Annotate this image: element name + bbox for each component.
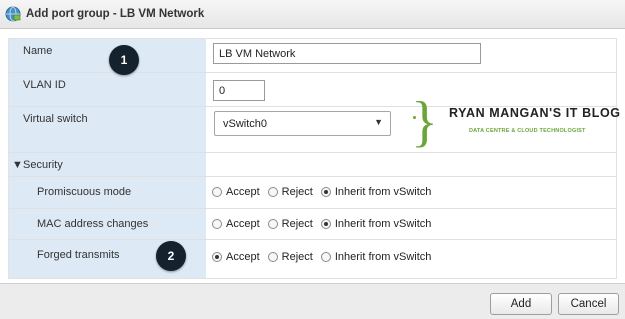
- radio-button[interactable]: [267, 219, 278, 229]
- radio-button[interactable]: [212, 187, 222, 197]
- network-icon: [5, 6, 21, 22]
- dialog-titlebar: Add port group - LB VM Network: [0, 0, 625, 29]
- promiscuous-label: Promiscuous mode: [37, 186, 132, 198]
- step-badge-1: 1: [109, 45, 139, 75]
- name-row: Name: [9, 39, 616, 73]
- name-input[interactable]: [213, 43, 481, 64]
- brace-logo-icon: }: [411, 91, 438, 153]
- dropdown-caret-icon: ▼: [374, 117, 383, 127]
- forged-radio-group: Accept Reject Inherit from vSwitch: [212, 251, 439, 263]
- radio-button-selected[interactable]: [212, 252, 222, 262]
- dialog-footer: Add Cancel: [0, 283, 625, 319]
- forged-reject[interactable]: Reject: [267, 251, 313, 263]
- vswitch-selected: vSwitch0: [223, 118, 268, 130]
- security-label: Security: [23, 159, 63, 171]
- radio-button-selected[interactable]: [320, 219, 331, 229]
- collapse-triangle-icon: ▼: [12, 159, 23, 171]
- mac-inherit[interactable]: Inherit from vSwitch: [320, 218, 431, 230]
- watermark-subtitle: DATA CENTRE & CLOUD TECHNOLOGIST: [469, 128, 586, 134]
- mac-reject[interactable]: Reject: [267, 218, 313, 230]
- forged-accept[interactable]: Accept: [212, 251, 260, 263]
- promiscuous-accept[interactable]: Accept: [212, 186, 260, 198]
- vswitch-label: Virtual switch: [23, 113, 88, 125]
- promiscuous-inherit[interactable]: Inherit from vSwitch: [320, 186, 431, 198]
- port-group-form: Name VLAN ID Virtual switch vSwitch0 ▼ ▼: [8, 38, 617, 279]
- add-button[interactable]: Add: [490, 293, 552, 315]
- mac-radio-group: Accept Reject Inherit from vSwitch: [212, 218, 439, 230]
- radio-button[interactable]: [267, 187, 278, 197]
- radio-button[interactable]: [320, 252, 331, 262]
- mac-row: MAC address changes Accept Reject Inheri…: [9, 209, 616, 240]
- vswitch-select[interactable]: vSwitch0 ▼: [214, 111, 391, 136]
- forged-label: Forged transmits: [37, 249, 120, 261]
- step-badge-2: 2: [156, 241, 186, 271]
- radio-button-selected[interactable]: [320, 187, 331, 197]
- forged-row: Forged transmits Accept Reject Inherit f…: [9, 240, 616, 278]
- promiscuous-radio-group: Accept Reject Inherit from vSwitch: [212, 186, 439, 198]
- watermark-title: RYAN MANGAN'S IT BLOG: [449, 106, 621, 120]
- promiscuous-reject[interactable]: Reject: [267, 186, 313, 198]
- mac-label: MAC address changes: [37, 218, 149, 230]
- vlan-label: VLAN ID: [23, 79, 66, 91]
- logo-dot: [413, 116, 416, 119]
- cancel-button[interactable]: Cancel: [558, 293, 619, 315]
- blog-watermark: } RYAN MANGAN'S IT BLOG DATA CENTRE & CL…: [411, 94, 621, 158]
- dialog-title: Add port group - LB VM Network: [26, 8, 205, 20]
- forged-inherit[interactable]: Inherit from vSwitch: [320, 251, 431, 263]
- name-label: Name: [23, 45, 53, 57]
- radio-button[interactable]: [267, 252, 278, 262]
- radio-button[interactable]: [212, 219, 222, 229]
- promiscuous-row: Promiscuous mode Accept Reject Inherit f…: [9, 177, 616, 209]
- mac-accept[interactable]: Accept: [212, 218, 260, 230]
- vlan-id-input[interactable]: [213, 80, 265, 101]
